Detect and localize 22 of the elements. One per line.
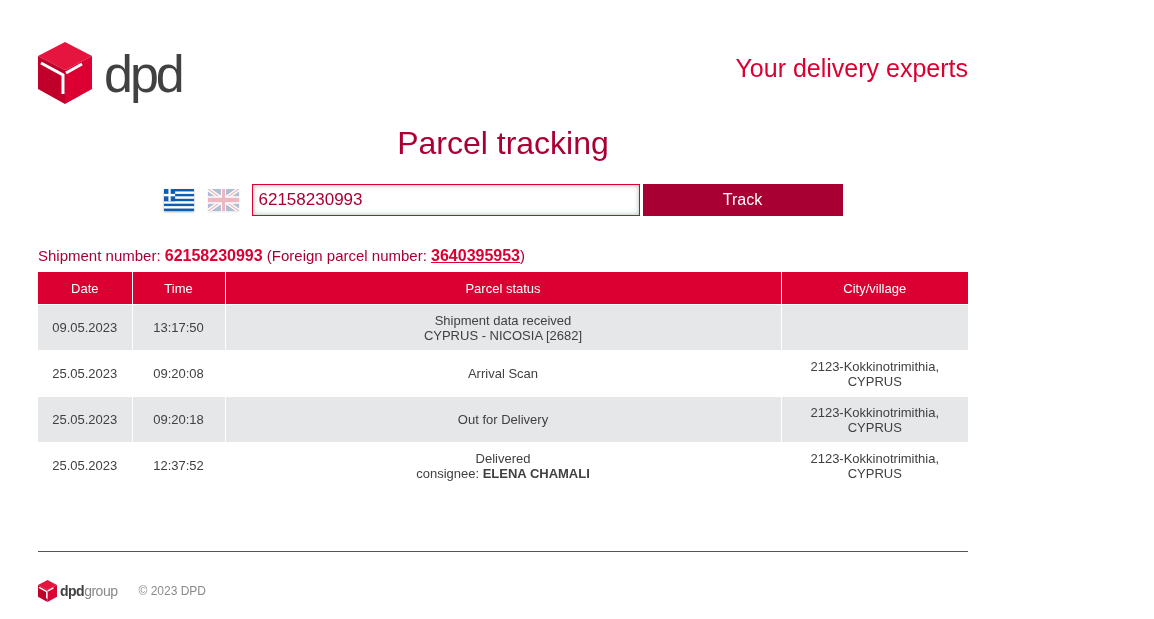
cube-logo-icon — [38, 42, 92, 104]
table-cell: 09.05.2023 — [38, 304, 132, 351]
table-cell: Shipment data received CYPRUS - NICOSIA [2682] — [225, 304, 781, 351]
table-header-cell: Parcel status — [225, 272, 781, 305]
footer-logo-wordmark: dpdgroup — [60, 583, 118, 599]
shipment-info: Shipment number: 62158230993 (Foreign parcel number: 3640395953) — [38, 246, 526, 266]
cube-logo-icon — [38, 580, 57, 602]
page-title: Parcel tracking — [396, 124, 610, 163]
table-cell: 25.05.2023 — [38, 396, 132, 443]
table-cell: Out for Delivery — [225, 396, 781, 443]
table-cell: 2123-Kokkinotrimithia, CYPRUS — [781, 396, 968, 443]
greece-flag-icon[interactable] — [163, 189, 194, 211]
table-cell: 13:17:50 — [132, 304, 225, 351]
table-header-cell: Date — [38, 272, 132, 305]
foreign-parcel-link[interactable]: 3640395953 — [431, 247, 520, 264]
tagline: Your delivery experts — [735, 53, 968, 83]
tracking-number-input[interactable]: 62158230993 — [251, 184, 640, 216]
table-cell: 09:20:18 — [132, 396, 225, 443]
track-button[interactable]: Track — [642, 184, 843, 216]
table-header-cell: Time — [132, 272, 225, 305]
table-header-cell: City/village — [781, 272, 968, 305]
copyright-text: © 2023 DPD — [138, 584, 206, 598]
